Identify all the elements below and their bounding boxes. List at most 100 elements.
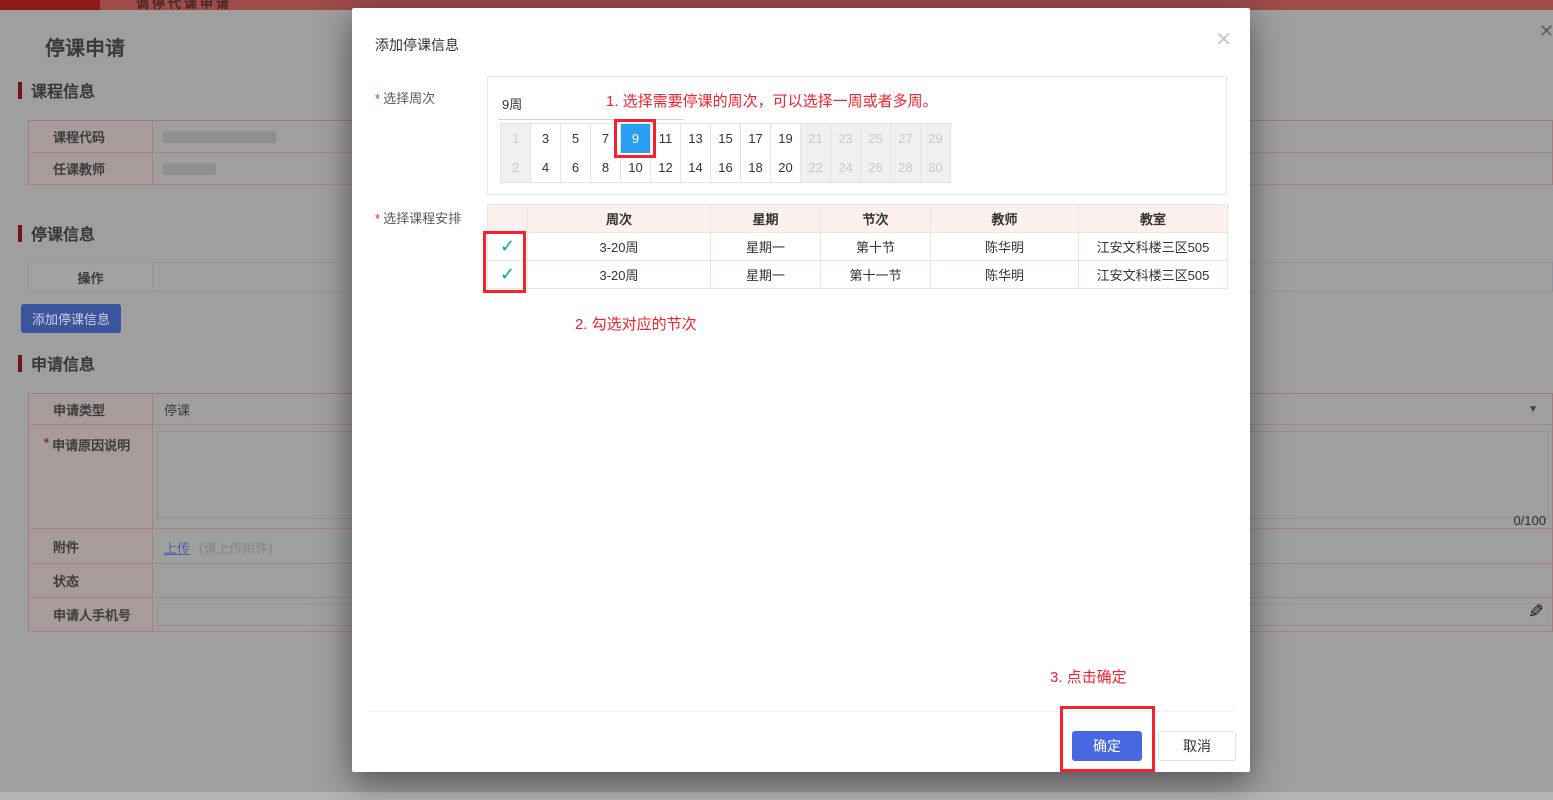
schedule-row: ✓ 3-20周星期一第十节陈华明江安文科楼三区505 [488,233,1228,261]
week-cell-11[interactable]: 11 [651,124,681,154]
week-cell-26: 26 [861,153,891,183]
apply-type-label: 申请类型 [29,394,153,424]
close-icon[interactable]: ✕ [1215,27,1232,52]
week-cell-2: 2 [501,153,531,183]
upload-link[interactable]: 上传 [164,538,190,557]
check-icon: ✓ [500,236,515,256]
redacted-course-code [163,131,276,143]
schedule-cell: 3-20周 [528,261,711,289]
week-cell-7[interactable]: 7 [591,124,621,154]
check-icon: ✓ [500,264,515,284]
week-cell-24: 24 [831,153,861,183]
phone-label: 申请人手机号 [29,598,153,631]
footer-divider [368,711,1234,712]
week-cell-25: 25 [861,124,891,154]
week-cell-28: 28 [891,153,921,183]
schedule-header-row: 周次星期节次教师教室 [488,205,1228,233]
week-cell-30: 30 [921,153,951,183]
section-suspend-info: 停课信息 [18,221,95,245]
upload-hint: (请上传附件) [199,538,273,557]
horizontal-scrollbar[interactable] [0,792,1553,800]
schedule-col-header: 周次 [528,205,711,233]
schedule-cell: 星期一 [711,261,821,289]
schedule-table: 周次星期节次教师教室 ✓ 3-20周星期一第十节陈华明江安文科楼三区505 ✓ 3-2… [487,204,1228,289]
week-cell-19[interactable]: 19 [771,124,801,154]
page-close-icon[interactable]: ✕ [1539,21,1553,42]
course-code-label: 课程代码 [29,121,153,152]
page-title: 停课申请 [45,32,125,61]
row-checkbox[interactable]: ✓ [488,233,528,261]
week-grid-row-odd: 1357911131517192123252729 [500,123,951,154]
week-cell-15[interactable]: 15 [711,124,741,154]
section-bar [18,82,22,99]
dialog-title: 添加停课信息 [375,35,459,55]
schedule-cell: 3-20周 [528,233,711,261]
cancel-button[interactable]: 取消 [1158,731,1236,761]
schedule-col-header: 星期 [711,205,821,233]
section-apply-info: 申请信息 [18,351,95,375]
schedule-cell: 第十节 [821,233,931,261]
week-grid-row-even: 24681012141618202224262830 [500,153,951,183]
annotation-step1: 1. 选择需要停课的周次，可以选择一周或者多周。 [606,90,938,111]
schedule-col-header: 教室 [1079,205,1228,233]
week-cell-12[interactable]: 12 [651,153,681,183]
redacted-teacher [163,163,216,175]
week-cell-18[interactable]: 18 [741,153,771,183]
screen: 调停代课申请 ✕ 停课申请 课程信息 课程代码 任课教师 停课信息 操作 添加停… [0,0,1553,800]
week-cell-14[interactable]: 14 [681,153,711,183]
week-cell-29: 29 [921,124,951,154]
week-select-panel: 9周 1. 选择需要停课的周次，可以选择一周或者多周。 135791113151… [487,76,1227,195]
schedule-cell: 陈华明 [931,261,1079,289]
week-cell-5[interactable]: 5 [561,124,591,154]
week-cell-6[interactable]: 6 [561,153,591,183]
schedule-cell: 江安文科楼三区505 [1079,233,1228,261]
apply-type-value: 停课 [164,394,190,425]
status-label: 状态 [29,564,153,597]
schedule-select-label: *选择课程安排 [375,208,461,227]
add-suspend-dialog: 添加停课信息 ✕ *选择周次 9周 1. 选择需要停课的周次，可以选择一周或者多… [352,8,1250,772]
section-bar [18,355,22,372]
week-cell-8[interactable]: 8 [591,153,621,183]
course-teacher-label: 任课教师 [29,153,153,184]
row-checkbox[interactable]: ✓ [488,261,528,289]
section-suspend-label: 停课信息 [31,221,95,245]
annotation-step2: 2. 勾选对应的节次 [575,313,697,334]
apply-reason-label: * 申请原因说明 [29,425,153,528]
week-cell-21: 21 [801,124,831,154]
schedule-cell: 江安文科楼三区505 [1079,261,1228,289]
week-cell-20[interactable]: 20 [771,153,801,183]
week-cell-9[interactable]: 9 [621,124,651,154]
annotation-step3: 3. 点击确定 [1050,666,1127,687]
char-counter: 0/100 [1513,513,1546,528]
confirm-button[interactable]: 确定 [1072,731,1142,761]
week-cell-3[interactable]: 3 [531,124,561,154]
week-cell-4[interactable]: 4 [531,153,561,183]
section-bar [18,225,22,242]
week-cell-1: 1 [501,124,531,154]
schedule-cell: 第十一节 [821,261,931,289]
chevron-down-icon[interactable]: ▼ [1528,404,1538,415]
schedule-col-header: 教师 [931,205,1079,233]
add-suspend-info-button[interactable]: 添加停课信息 [21,304,121,333]
edit-pencil-icon[interactable]: ✎ [1528,601,1544,624]
week-cell-17[interactable]: 17 [741,124,771,154]
week-cell-13[interactable]: 13 [681,124,711,154]
week-cell-10[interactable]: 10 [621,153,651,183]
week-select-label: *选择周次 [375,88,435,107]
schedule-row: ✓ 3-20周星期一第十一节陈华明江安文科楼三区505 [488,261,1228,289]
attachment-label: 附件 [29,529,153,563]
section-course-label: 课程信息 [31,78,95,102]
section-course-info: 课程信息 [18,78,95,102]
operation-header: 操作 [29,263,153,291]
schedule-cell: 星期一 [711,233,821,261]
week-cell-16[interactable]: 16 [711,153,741,183]
tab-label[interactable]: 调停代课申请 [136,0,232,10]
section-apply-label: 申请信息 [31,351,95,375]
week-cell-23: 23 [831,124,861,154]
schedule-cell: 陈华明 [931,233,1079,261]
week-cell-27: 27 [891,124,921,154]
schedule-col-header: 节次 [821,205,931,233]
active-tab-stub[interactable] [0,0,100,10]
week-cell-22: 22 [801,153,831,183]
check-column-header [488,205,528,233]
